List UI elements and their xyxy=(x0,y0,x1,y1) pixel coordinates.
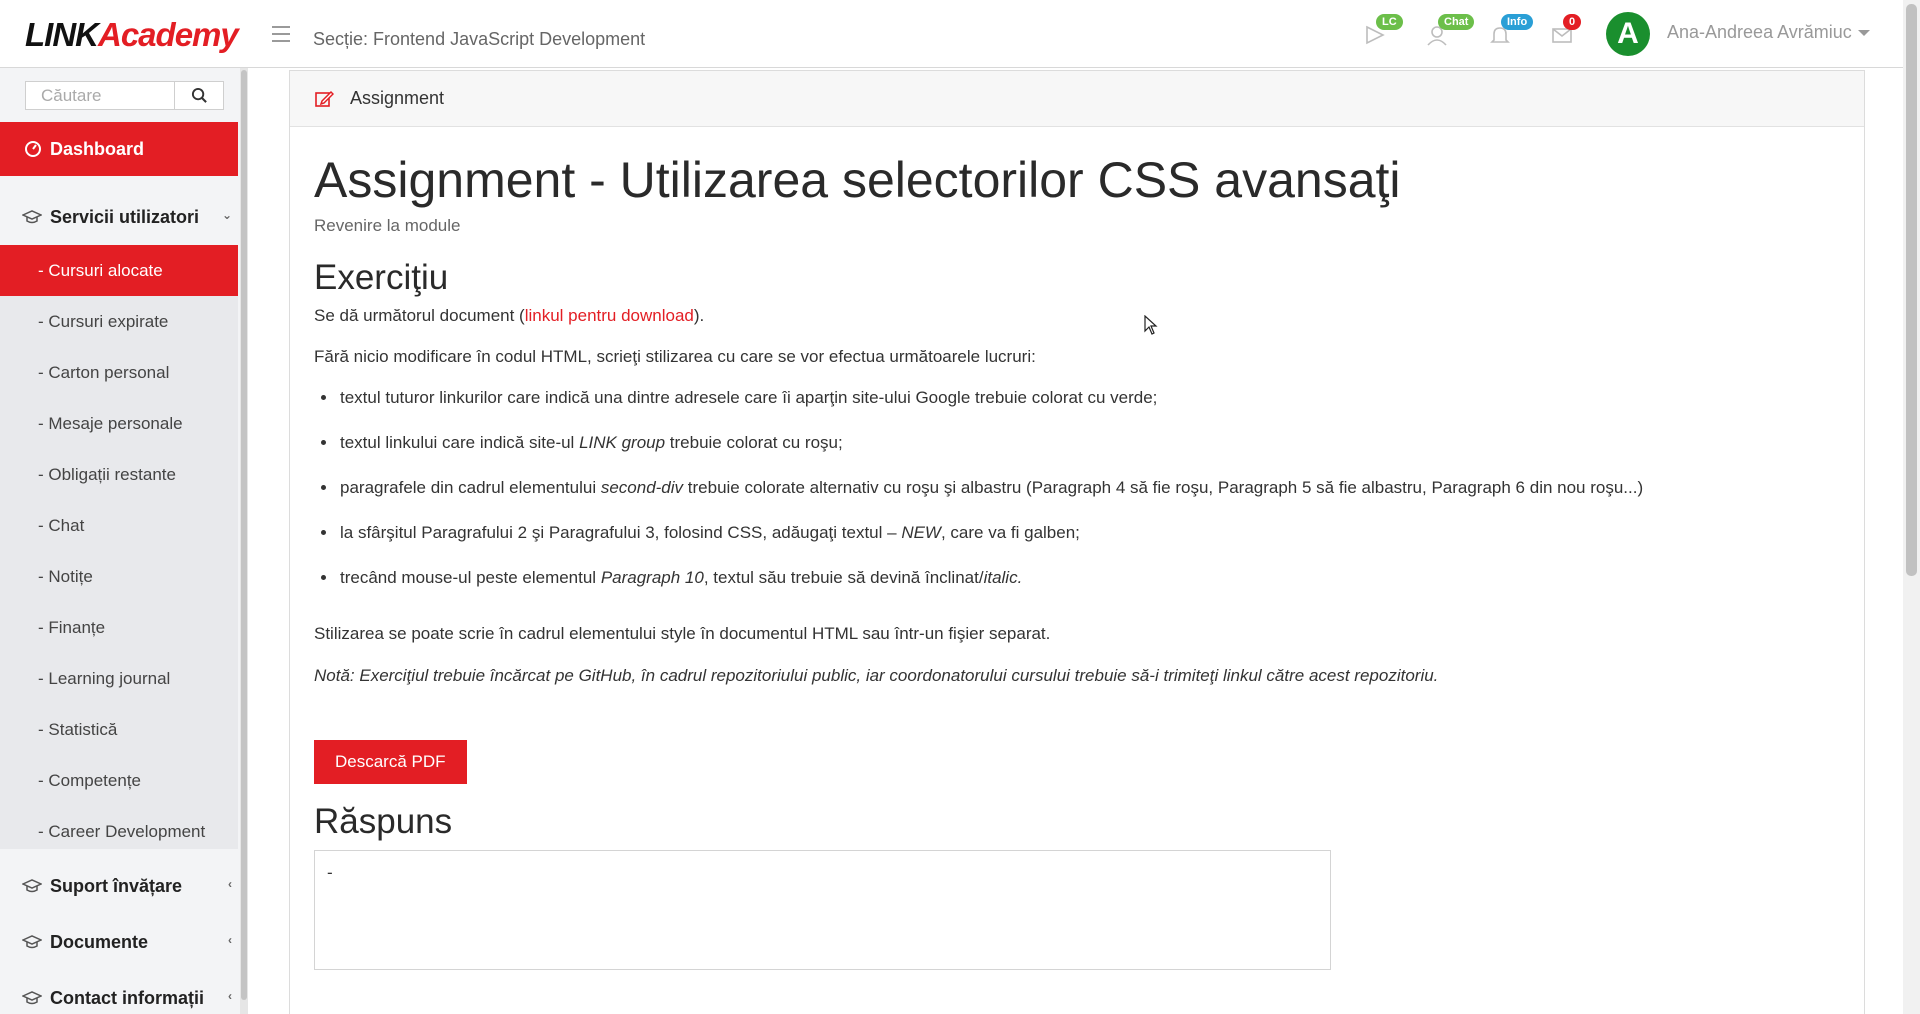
logo-link-text: LINK xyxy=(25,16,99,53)
info-badge: Info xyxy=(1501,14,1534,30)
sidebar-item-label: - Statistică xyxy=(38,719,118,739)
card-header-label: Assignment xyxy=(350,88,445,108)
sidebar-item-chat[interactable]: - Chat xyxy=(0,500,238,551)
sidebar-item-dashboard[interactable]: Dashboard xyxy=(0,122,238,176)
message-count-badge: 0 xyxy=(1563,14,1582,30)
mouse-pointer-icon xyxy=(1144,315,1158,335)
sidebar-item-finante[interactable]: - Finanțe xyxy=(0,602,238,653)
sidebar-item-cursuri-alocate[interactable]: - Cursuri alocate xyxy=(0,245,238,296)
sidebar-item-label: - Carton personal xyxy=(38,362,170,382)
sidebar-group-contact[interactable]: Contact informații ‹ xyxy=(0,971,238,1014)
graduation-cap-icon xyxy=(22,210,42,224)
sidebar-item-label: - Cursuri alocate xyxy=(38,260,163,280)
answer-heading: Răspuns xyxy=(314,802,453,841)
chat-icon[interactable]: Chat xyxy=(1426,14,1475,46)
sidebar-scrollbar[interactable] xyxy=(240,68,248,1014)
avatar[interactable]: A xyxy=(1606,12,1650,56)
sidebar-item-statistica[interactable]: - Statistică xyxy=(0,704,238,755)
user-menu-caret-icon[interactable] xyxy=(1858,30,1870,36)
sidebar-group-label: Documente xyxy=(50,931,149,952)
page-scrollbar[interactable] xyxy=(1903,0,1920,1014)
list-item: trecând mouse-ul peste elementul Paragra… xyxy=(338,568,1844,588)
sidebar-item-label: - Obligații restante xyxy=(38,464,176,484)
sidebar-item-notite[interactable]: - Notițe xyxy=(0,551,238,602)
instructions-text: Fără nicio modificare în codul HTML, scr… xyxy=(314,347,1036,366)
sidebar-group-label: Suport învățare xyxy=(50,875,183,896)
envelope-icon[interactable]: 0 xyxy=(1551,14,1582,46)
intro-suffix: ). xyxy=(693,306,705,325)
sidebar-item-label: - Mesaje personale xyxy=(38,413,183,433)
sidebar-item-label: Dashboard xyxy=(50,138,145,159)
chevron-down-icon: ⌄ xyxy=(221,208,232,222)
chat-badge: Chat xyxy=(1438,14,1475,30)
sidebar-group-support[interactable]: Suport învățare ‹ xyxy=(0,859,238,913)
download-link[interactable]: linkul pentru download xyxy=(525,306,694,325)
sidebar-item-carton-personal[interactable]: - Carton personal xyxy=(0,347,238,398)
graduation-cap-icon xyxy=(22,991,42,1005)
list-item: textul linkului care indică site-ul LINK… xyxy=(338,433,1844,453)
sidebar-group-label: Contact informații xyxy=(50,987,205,1008)
lc-badge: LC xyxy=(1376,14,1403,30)
sidebar-item-label: - Notițe xyxy=(38,566,93,586)
exercise-heading: Exerciţiu xyxy=(314,258,449,297)
download-pdf-button[interactable]: Descarcă PDF xyxy=(314,740,467,784)
sidebar-item-label: - Finanțe xyxy=(38,617,106,637)
menu-toggle-icon[interactable] xyxy=(272,26,290,42)
sidebar-group-label: Servicii utilizatori xyxy=(50,206,200,227)
list-item: la sfârşitul Paragrafului 2 şi Paragrafu… xyxy=(338,523,1844,543)
section-title: Secție: Frontend JavaScript Development xyxy=(313,29,646,49)
bell-icon[interactable]: Info xyxy=(1489,14,1534,46)
chevron-left-icon: ‹ xyxy=(228,933,232,947)
assignment-content: Assignment - Utilizarea selectorilor CSS… xyxy=(314,151,1844,970)
sidebar-group-documents[interactable]: Documente ‹ xyxy=(0,915,238,969)
github-note: Notă: Exerciţiul trebuie încărcat pe Git… xyxy=(314,666,1439,685)
chevron-left-icon: ‹ xyxy=(228,989,232,1003)
sidebar-item-cursuri-expirate[interactable]: - Cursuri expirate xyxy=(0,296,238,347)
logo-academy-text: Academy xyxy=(98,16,239,53)
sidebar-group-services[interactable]: Servicii utilizatori ⌄ xyxy=(0,190,238,244)
top-bar: LINKAcademy Secție: Frontend JavaScript … xyxy=(0,0,1903,68)
exercise-intro: Se dă următorul document (linkul pentru … xyxy=(314,306,1844,326)
intro-prefix: Se dă următorul document ( xyxy=(314,306,525,325)
sidebar-item-career-development[interactable]: - Career Development xyxy=(0,806,238,857)
search-icon xyxy=(191,87,207,103)
back-to-modules-link[interactable]: Revenire la module xyxy=(314,216,1844,236)
style-note: Stilizarea se poate scrie în cadrul elem… xyxy=(314,624,1051,643)
lc-icon[interactable]: LC xyxy=(1364,14,1403,46)
sidebar-item-competente[interactable]: - Competențe xyxy=(0,755,238,806)
list-item: paragrafele din cadrul elementului secon… xyxy=(338,478,1844,498)
task-list: textul tuturor linkurilor care indică un… xyxy=(338,388,1844,588)
logo[interactable]: LINKAcademy xyxy=(25,16,239,54)
sidebar-item-label: - Chat xyxy=(38,515,85,535)
sidebar-item-mesaje-personale[interactable]: - Mesaje personale xyxy=(0,398,238,449)
chevron-left-icon: ‹ xyxy=(228,877,232,891)
dashboard-icon xyxy=(25,141,41,157)
sidebar-item-label: - Learning journal xyxy=(38,668,171,688)
search-input[interactable] xyxy=(26,82,175,109)
sidebar: Dashboard Servicii utilizatori ⌄ - Cursu… xyxy=(0,68,248,1014)
graduation-cap-icon xyxy=(22,935,42,949)
assignment-card: Assignment Assignment - Utilizarea selec… xyxy=(289,70,1865,1014)
sidebar-item-label: - Cursuri expirate xyxy=(38,311,169,331)
graduation-cap-icon xyxy=(22,879,42,893)
list-item: textul tuturor linkurilor care indică un… xyxy=(338,388,1844,408)
page-title: Assignment - Utilizarea selectorilor CSS… xyxy=(314,152,1401,208)
sidebar-item-label: - Career Development xyxy=(38,821,206,841)
sidebar-item-learning-journal[interactable]: - Learning journal xyxy=(0,653,238,704)
search-button[interactable] xyxy=(175,82,223,109)
sidebar-item-obligatii-restante[interactable]: - Obligații restante xyxy=(0,449,238,500)
card-header: Assignment xyxy=(290,71,1864,127)
sidebar-search xyxy=(25,81,224,110)
sidebar-item-label: - Competențe xyxy=(38,770,141,790)
user-name[interactable]: Ana-Andreea Avrămiuc xyxy=(1667,22,1852,43)
edit-icon xyxy=(315,90,334,107)
answer-field[interactable]: - xyxy=(314,850,1331,970)
